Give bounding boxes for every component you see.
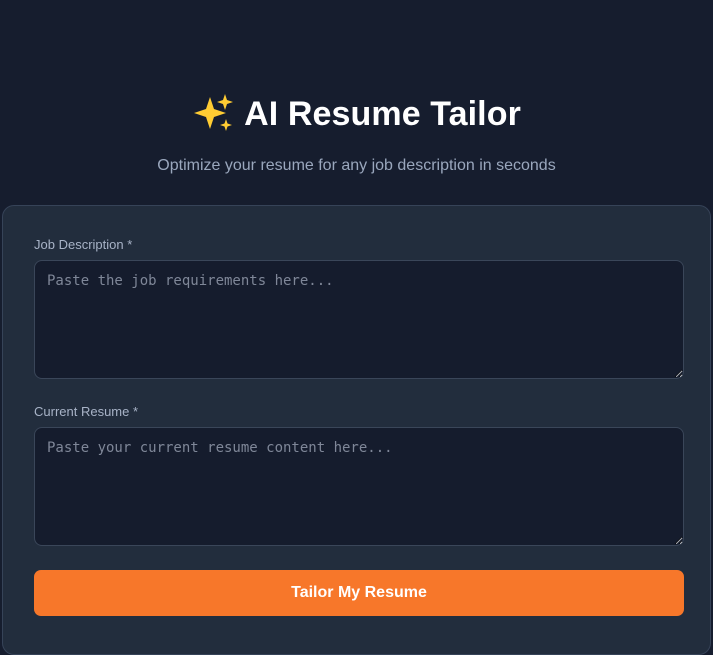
tailor-resume-button[interactable]: Tailor My Resume bbox=[34, 570, 684, 616]
page-title: AI Resume Tailor bbox=[0, 92, 713, 136]
job-description-input[interactable] bbox=[34, 260, 684, 379]
current-resume-label: Current Resume * bbox=[34, 404, 139, 419]
page-subtitle: Optimize your resume for any job descrip… bbox=[157, 157, 556, 174]
page-title-text: AI Resume Tailor bbox=[244, 95, 521, 133]
current-resume-input[interactable] bbox=[34, 427, 684, 546]
sparkle-icon bbox=[192, 91, 236, 135]
resume-form-card: Job Description * Current Resume * Tailo… bbox=[2, 205, 711, 655]
job-description-label: Job Description * bbox=[34, 237, 133, 252]
